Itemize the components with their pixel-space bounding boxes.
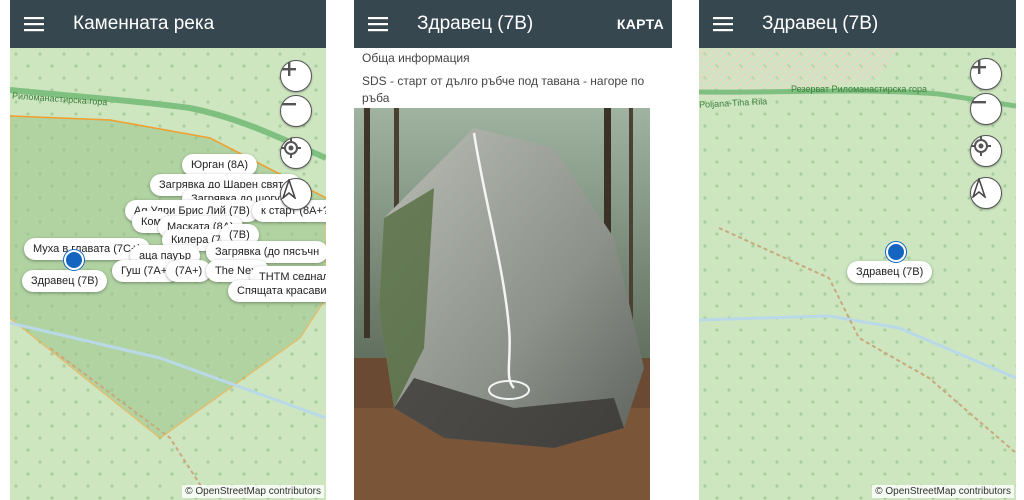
app-bar: Каменната река [10,0,326,48]
compass-button[interactable] [280,178,312,210]
hamburger-menu-icon [24,17,44,32]
map-action-button[interactable]: КАРТА [617,16,664,32]
app-bar: Здравец (7В) КАРТА [354,0,672,48]
page-title: Здравец (7В) [417,13,534,34]
marker-label[interactable]: Здравец (7В) [22,270,108,292]
marker-label[interactable]: Спящата красави [228,280,326,302]
zoom-out-button[interactable] [280,95,312,127]
hamburger-menu-icon [713,17,733,32]
app-bar: Здравец (7В) [699,0,1016,48]
screen-route-details: Здравец (7В) КАРТА Обща информация SDS -… [354,0,672,500]
minus-icon [972,101,986,104]
zoom-in-button[interactable] [280,60,312,92]
compass-icon [281,179,297,199]
location-marker[interactable] [64,250,84,270]
menu-button[interactable] [699,0,747,48]
plus-icon [282,62,296,76]
map-view[interactable]: Риломанастирска гора Юрган (8А) Загрявка… [10,48,326,500]
target-icon [971,136,991,156]
menu-button[interactable] [354,0,402,48]
compass-icon [971,178,987,198]
boulder-photo[interactable] [354,108,650,500]
marker-label[interactable]: Здравец (7В) [847,261,933,283]
reserve-label: Резерват Риломанастирска гора [791,84,928,94]
hamburger-menu-icon [368,17,388,32]
compass-button[interactable] [970,177,1002,209]
location-marker[interactable] [886,242,906,262]
page-title: Каменната река [73,13,215,34]
route-description: SDS - старт от дълго ръбче под тавана - … [362,74,645,105]
map-view[interactable]: Резерват Риломанастирска гора Poljana-Ti… [699,48,1016,500]
locate-button[interactable] [280,137,312,169]
screen-route-map: Здравец (7В) Резерват Риломанастирска го… [699,0,1016,500]
route-info: Обща информация SDS - старт от дълго ръб… [354,48,672,500]
marker-label[interactable]: (7А+) [166,260,212,282]
target-icon [281,138,301,158]
info-heading: Обща информация [362,51,470,65]
locate-button[interactable] [970,135,1002,167]
zoom-out-button[interactable] [970,93,1002,125]
minus-icon [282,103,296,106]
menu-button[interactable] [10,0,58,48]
map-attribution[interactable]: © OpenStreetMap contributors [182,485,324,498]
screen-map-area: Каменната река Риломанастирска гора Юрга… [10,0,326,500]
plus-icon [972,60,986,74]
zoom-in-button[interactable] [970,58,1002,90]
page-title: Здравец (7В) [762,13,879,34]
map-attribution[interactable]: © OpenStreetMap contributors [872,485,1014,498]
marker-label[interactable]: Юрган (8А) [182,154,258,176]
